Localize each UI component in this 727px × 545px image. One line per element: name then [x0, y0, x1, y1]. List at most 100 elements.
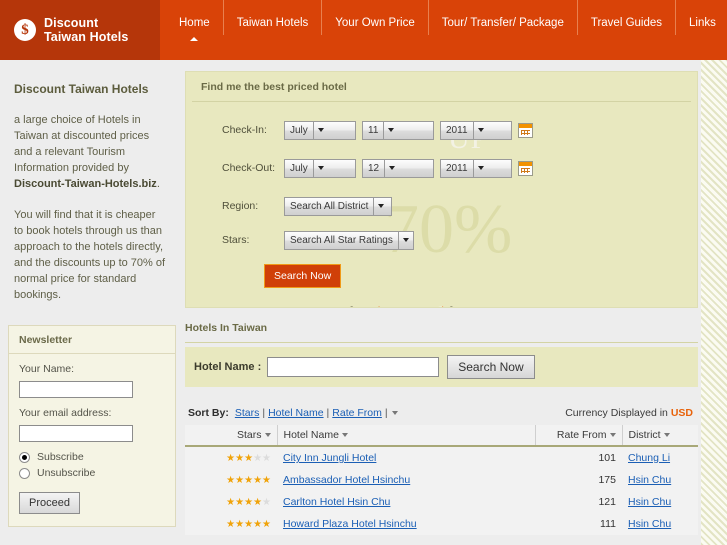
nav-item-label: Travel Guides	[590, 17, 663, 29]
stars-value: Search All Star Ratings	[290, 234, 393, 246]
sort-link-rate-from[interactable]: Rate From	[332, 407, 382, 419]
checkin-day-select[interactable]: 11	[362, 120, 434, 140]
sort-link-stars[interactable]: Stars	[235, 407, 260, 419]
stars-select[interactable]: Search All Star Ratings	[284, 230, 414, 250]
main-navigation: Home Taiwan Hotels Your Own Price Tour/ …	[166, 0, 727, 60]
nav-item-tour-transfer-package[interactable]: Tour/ Transfer/ Package	[427, 0, 577, 35]
column-header-stars[interactable]: Stars	[185, 425, 278, 447]
checkin-calendar-icon[interactable]	[518, 122, 533, 138]
checkout-month-select[interactable]: July	[284, 158, 356, 178]
chevron-down-icon	[312, 159, 328, 177]
nav-item-your-own-price[interactable]: Your Own Price	[321, 0, 427, 35]
nav-item-links[interactable]: Links	[675, 0, 727, 35]
column-header-rate-from-label: Rate From	[556, 429, 607, 441]
chevron-down-icon	[472, 159, 488, 177]
newsletter-subscribe-row[interactable]: Subscribe	[19, 451, 165, 463]
intro-paragraph-1: a large choice of Hotels in Taiwan at di…	[14, 112, 167, 192]
cell-district: Chung Li	[622, 446, 698, 469]
sort-separator: |	[326, 407, 330, 419]
sort-separator: |	[384, 407, 388, 419]
checkout-calendar-icon[interactable]	[518, 160, 533, 176]
star-rating-icon: ★★★★★	[226, 497, 271, 508]
district-link[interactable]: Chung Li	[628, 452, 670, 464]
nav-item-taiwan-hotels[interactable]: Taiwan Hotels	[222, 0, 322, 35]
checkout-row: Check-Out: July 12 2011	[186, 152, 697, 184]
hotel-name-search-button[interactable]: Search Now	[447, 355, 535, 379]
newsletter-unsubscribe-row[interactable]: Unsubscribe	[19, 467, 165, 479]
column-header-district-label: District	[628, 429, 661, 441]
logo-line-2: Taiwan Hotels	[44, 30, 129, 44]
sort-by-label: Sort By:	[188, 407, 229, 419]
chevron-down-icon	[341, 433, 348, 438]
checkin-month-value: July	[290, 124, 308, 136]
newsletter-title: Newsletter	[9, 326, 175, 354]
region-value: Search All District	[290, 200, 369, 212]
site-header: $ Discount Taiwan Hotels Home Taiwan Hot…	[0, 0, 727, 60]
nav-item-travel-guides[interactable]: Travel Guides	[576, 0, 675, 35]
cell-stars: ★★★★★	[185, 446, 277, 469]
cell-rate-from: 175	[535, 469, 622, 491]
checkout-year-select[interactable]: 2011	[440, 158, 512, 178]
district-link[interactable]: Hsin Chu	[628, 474, 671, 486]
star-rating-icon: ★★★★★	[226, 453, 271, 464]
sort-link-hotel-name[interactable]: Hotel Name	[268, 407, 323, 419]
newsletter-body: Your Name: Your email address: Subscribe…	[9, 354, 175, 526]
radio-subscribe-icon[interactable]	[19, 451, 30, 463]
column-header-hotel-name-label: Hotel Name	[283, 429, 339, 441]
search-panel-title: Find me the best priced hotel	[192, 72, 691, 102]
newsletter-email-input[interactable]	[19, 425, 133, 442]
nav-item-label: Home	[179, 17, 210, 29]
hotel-table-body: ★★★★★ City Inn Jungli Hotel 101 Chung Li ★★★…	[185, 446, 698, 535]
cell-hotel-name: Ambassador Hotel Hsinchu	[277, 469, 535, 491]
table-row: ★★★★★ Howard Plaza Hotel Hsinchu 111 Hsin C…	[185, 513, 698, 535]
newsletter-name-input[interactable]	[19, 381, 133, 398]
site-logo[interactable]: $ Discount Taiwan Hotels	[0, 0, 160, 60]
main-content: Find me the best priced hotel UP 70% SAV…	[185, 60, 698, 545]
newsletter-panel: Newsletter Your Name: Your email address…	[8, 325, 176, 527]
currency-code: USD	[670, 407, 693, 419]
intro-brand-name: Discount-Taiwan-Hotels.biz	[14, 178, 157, 190]
chevron-down-icon	[383, 121, 398, 139]
hotel-name-search-link[interactable]: Hotel Name Search	[356, 305, 448, 307]
district-link[interactable]: Hsin Chu	[628, 496, 671, 508]
cell-hotel-name: Howard Plaza Hotel Hsinchu	[277, 513, 535, 535]
checkin-month-select[interactable]: July	[284, 120, 356, 140]
chevron-down-icon	[663, 433, 670, 438]
column-header-rate-from[interactable]: Rate From	[535, 425, 623, 447]
checkout-day-select[interactable]: 12	[362, 158, 434, 178]
hotel-name-link[interactable]: Carlton Hotel Hsin Chu	[283, 496, 390, 508]
nav-item-label: Your Own Price	[335, 17, 415, 29]
currency-note: Currency Displayed in USD	[565, 407, 693, 419]
region-label: Region:	[222, 200, 259, 212]
intro-paragraph-2: You will find that it is cheaper to book…	[14, 209, 166, 301]
hotel-name-link[interactable]: Howard Plaza Hotel Hsinchu	[283, 518, 417, 530]
checkin-row: Check-In: July 11 2011	[186, 114, 697, 146]
hotel-name-label: Hotel Name :	[194, 361, 262, 373]
chevron-down-icon	[384, 159, 399, 177]
nav-item-label: Links	[689, 17, 716, 29]
cell-stars: ★★★★★	[185, 469, 277, 491]
radio-unsubscribe-icon[interactable]	[19, 467, 30, 479]
table-row: ★★★★★ Carlton Hotel Hsin Chu 121 Hsin Chu	[185, 491, 698, 513]
page-title: Discount Taiwan Hotels	[14, 82, 149, 96]
cell-district: Hsin Chu	[622, 513, 698, 535]
hotel-name-link[interactable]: City Inn Jungli Hotel	[283, 452, 376, 464]
region-select[interactable]: Search All District	[284, 196, 392, 216]
sidebar: Discount Taiwan Hotels a large choice of…	[0, 60, 181, 545]
table-row: ★★★★★ City Inn Jungli Hotel 101 Chung Li	[185, 446, 698, 469]
column-header-hotel-name[interactable]: Hotel Name	[277, 425, 536, 447]
district-link[interactable]: Hsin Chu	[628, 518, 671, 530]
bracket-close: ]	[447, 305, 453, 307]
hotel-results-table: Stars Hotel Name Rate From District ★★★★…	[185, 425, 698, 535]
search-now-button[interactable]: Search Now	[264, 264, 342, 288]
newsletter-name-label: Your Name:	[19, 363, 75, 375]
hotel-name-link[interactable]: Ambassador Hotel Hsinchu	[283, 474, 410, 486]
hotel-name-input[interactable]	[267, 357, 440, 377]
newsletter-proceed-button[interactable]: Proceed	[19, 492, 80, 514]
chevron-down-icon	[472, 121, 488, 139]
sort-direction-caret-icon[interactable]	[391, 411, 398, 415]
checkin-year-select[interactable]: 2011	[440, 120, 512, 140]
nav-item-home[interactable]: Home	[166, 0, 223, 41]
column-header-district[interactable]: District	[622, 425, 698, 447]
star-rating-icon: ★★★★★	[226, 519, 271, 530]
